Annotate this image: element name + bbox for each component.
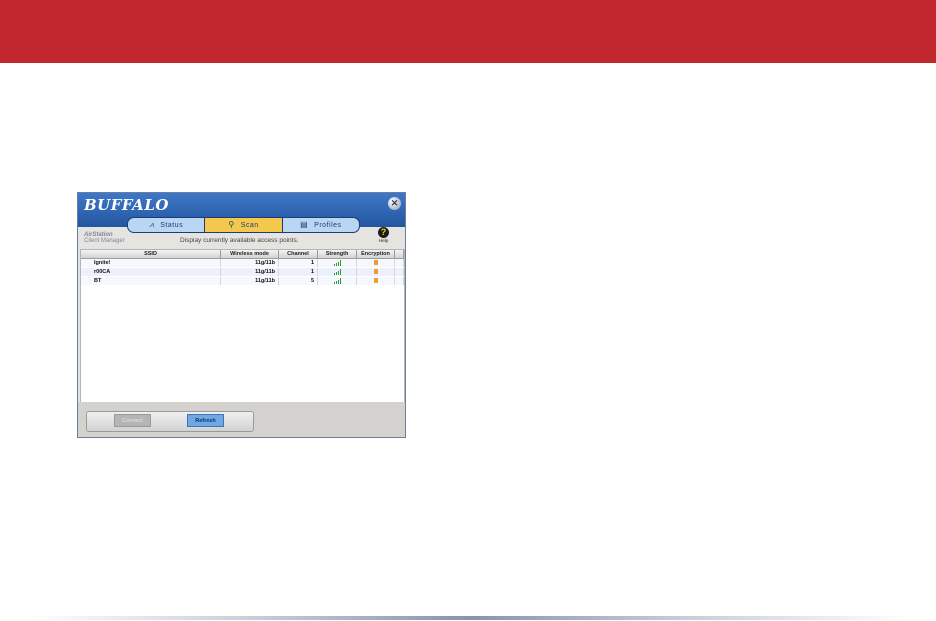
channel-cell: 5 (279, 277, 318, 285)
encryption-cell (357, 268, 395, 276)
client-manager-window: BUFFALO ✕ ⩘ Status ⚲ Scan ▤ Profiles Air… (77, 192, 406, 438)
tab-status[interactable]: ⩘ Status (128, 218, 204, 232)
brand-product: Client Manager (84, 238, 125, 244)
table-body: Ignite! 11g/11b 1 r00CA 11g/11b 1 BT 11g… (81, 259, 404, 286)
signal-strength-icon (333, 277, 341, 284)
tab-label: Status (160, 221, 184, 229)
channel-cell: 1 (279, 259, 318, 267)
airstation-brand: AirStation Client Manager (84, 232, 125, 244)
filler-cell (395, 268, 404, 276)
wireless-mode-cell: 11g/11b (221, 277, 279, 285)
help-label: Help (378, 238, 389, 243)
tab-scan[interactable]: ⚲ Scan (204, 218, 282, 232)
tab-label: Profiles (314, 221, 342, 229)
signal-strength-icon (333, 259, 341, 266)
wireless-mode-cell: 11g/11b (221, 268, 279, 276)
lock-icon (373, 278, 378, 284)
help-button[interactable]: ? Help (378, 227, 389, 243)
column-header-strength[interactable]: Strength (318, 250, 357, 258)
encryption-cell (357, 277, 395, 285)
table-row[interactable]: Ignite! 11g/11b 1 (81, 259, 404, 268)
footer-divider (30, 616, 910, 620)
table-header: SSID Wireless mode Channel Strength Encr… (81, 250, 404, 259)
lock-icon (373, 269, 378, 275)
ssid-cell: Ignite! (81, 259, 221, 267)
tab-profiles[interactable]: ▤ Profiles (281, 218, 359, 232)
encryption-cell (357, 259, 395, 267)
tab-bar: ⩘ Status ⚲ Scan ▤ Profiles (127, 217, 360, 233)
column-header-filler (395, 250, 404, 258)
filler-cell (395, 259, 404, 267)
column-header-encryption[interactable]: Encryption (357, 250, 395, 258)
ssid-cell: BT (81, 277, 221, 285)
strength-cell (318, 268, 357, 276)
strength-cell (318, 277, 357, 285)
document-icon: ▤ (300, 220, 309, 229)
column-header-channel[interactable]: Channel (279, 250, 318, 258)
pulse-icon: ⩘ (149, 220, 155, 229)
ssid-cell: r00CA (81, 268, 221, 276)
access-point-table: SSID Wireless mode Channel Strength Encr… (80, 249, 405, 403)
header-band (0, 0, 936, 63)
column-header-ssid[interactable]: SSID (81, 250, 221, 258)
strength-cell (318, 259, 357, 267)
help-icon: ? (378, 227, 389, 238)
page-subtitle: Display currently available access point… (180, 237, 299, 244)
signal-strength-icon (333, 268, 341, 275)
filler-cell (395, 277, 404, 285)
channel-cell: 1 (279, 268, 318, 276)
table-row[interactable]: r00CA 11g/11b 1 (81, 268, 404, 277)
connect-button[interactable]: Connect (114, 414, 151, 427)
button-area: Connect Refresh (78, 402, 405, 437)
magnifier-icon: ⚲ (228, 220, 235, 229)
lock-icon (373, 260, 378, 266)
button-bar: Connect Refresh (86, 411, 254, 432)
refresh-button[interactable]: Refresh (187, 414, 224, 427)
wireless-mode-cell: 11g/11b (221, 259, 279, 267)
table-row[interactable]: BT 11g/11b 5 (81, 277, 404, 286)
column-header-wireless-mode[interactable]: Wireless mode (221, 250, 279, 258)
close-icon[interactable]: ✕ (388, 197, 401, 210)
buffalo-logo: BUFFALO (84, 196, 169, 214)
tab-label: Scan (240, 221, 259, 229)
